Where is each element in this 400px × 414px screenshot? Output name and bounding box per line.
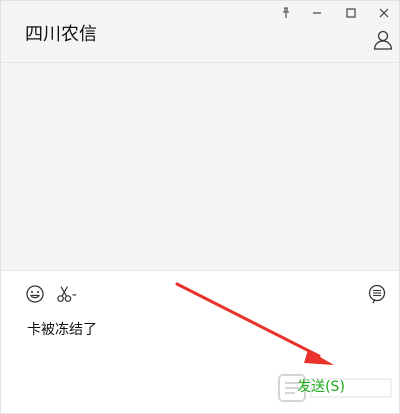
close-button[interactable] bbox=[374, 5, 394, 21]
close-icon bbox=[379, 8, 389, 18]
minimize-button[interactable] bbox=[307, 5, 327, 21]
maximize-button[interactable] bbox=[341, 5, 361, 21]
chat-window: 四川农信 卡被冻结了 发送(S) bbox=[0, 0, 400, 414]
send-button[interactable]: 发送(S) bbox=[291, 375, 351, 399]
profile-button[interactable] bbox=[372, 29, 394, 51]
emoji-button[interactable] bbox=[24, 283, 46, 305]
screenshot-button[interactable] bbox=[56, 283, 78, 305]
maximize-icon bbox=[346, 8, 356, 18]
pin-button[interactable] bbox=[276, 5, 296, 21]
screenshot-scissors-icon bbox=[57, 286, 77, 302]
input-area: 卡被冻结了 发送(S) bbox=[1, 270, 399, 413]
pin-icon bbox=[283, 7, 289, 18]
chat-history-icon bbox=[368, 284, 386, 304]
message-input[interactable]: 卡被冻结了 bbox=[27, 319, 97, 339]
emoji-icon bbox=[26, 285, 44, 303]
user-icon bbox=[373, 30, 393, 50]
message-area bbox=[1, 64, 399, 270]
chat-history-button[interactable] bbox=[366, 283, 388, 305]
chat-title: 四川农信 bbox=[25, 24, 97, 45]
title-bar: 四川农信 bbox=[1, 1, 399, 63]
minimize-icon bbox=[313, 12, 321, 14]
